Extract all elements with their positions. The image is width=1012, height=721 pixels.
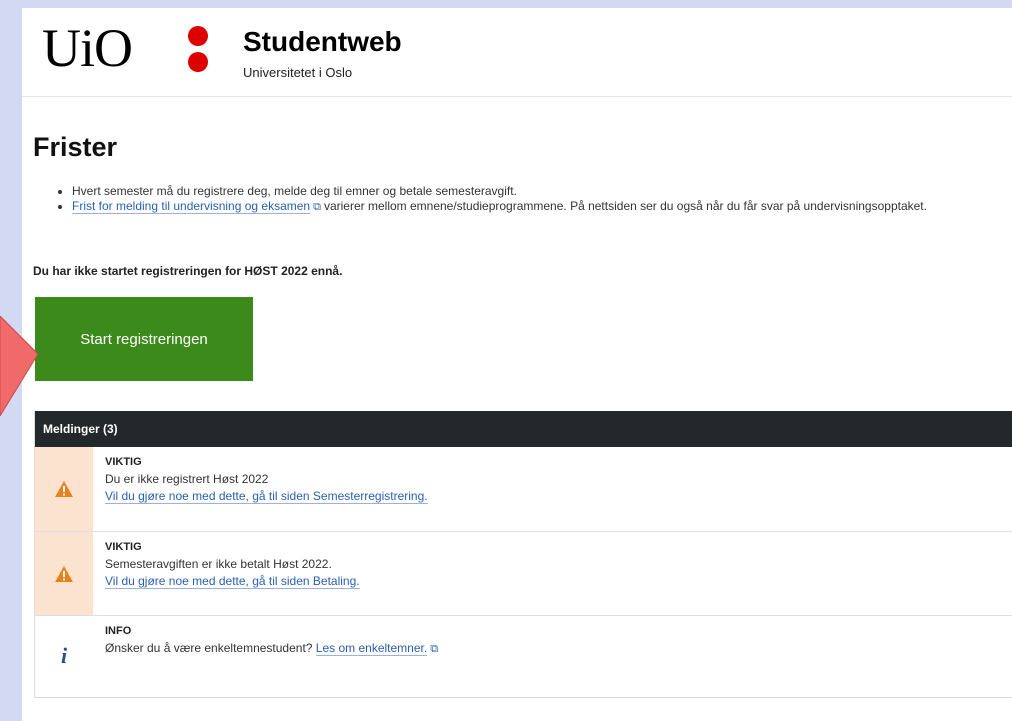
messages-panel: Meldinger (3) VIKTIG Du er ikke registre…: [34, 411, 1012, 698]
warning-icon: [35, 532, 93, 615]
app-subtitle: Universitetet i Oslo: [243, 65, 353, 80]
message-item: VIKTIG Semesteravgiften er ikke betalt H…: [35, 532, 1012, 616]
page-title: Frister: [33, 132, 118, 162]
registration-status: Du har ikke startet registreringen for H…: [33, 264, 343, 278]
uio-logo-dots-icon: [185, 26, 211, 74]
warning-icon: [35, 447, 93, 531]
payment-link[interactable]: Vil du gjøre noe med dette, gå til siden…: [105, 574, 360, 589]
deadline-link[interactable]: Frist for melding til undervisning og ek…: [72, 199, 311, 214]
list-item: Hvert semester må du registrere deg, mel…: [72, 184, 1012, 199]
message-kind: INFO: [105, 625, 132, 637]
start-registration-button[interactable]: Start registreringen: [35, 297, 253, 381]
external-link-icon: ⧉: [430, 643, 439, 655]
external-link-icon: ⧉: [313, 201, 321, 213]
message-text: Ønsker du å være enkeltemnestudent?: [105, 641, 313, 655]
site-header: UiO Studentweb Universitetet i Oslo: [22, 8, 1012, 97]
semester-registration-link[interactable]: Vil du gjøre noe med dette, gå til siden…: [105, 489, 428, 504]
message-text: Semesteravgiften er ikke betalt Høst 202…: [105, 557, 332, 571]
message-text: Du er ikke registrert Høst 2022: [105, 472, 269, 486]
list-item: Frist for melding til undervisning og ek…: [72, 199, 1012, 215]
message-kind: VIKTIG: [105, 541, 142, 553]
enkeltemner-link[interactable]: Les om enkeltemner.: [315, 641, 428, 656]
message-item: VIKTIG Du er ikke registrert Høst 2022 V…: [35, 447, 1012, 532]
messages-header: Meldinger (3): [35, 411, 1012, 447]
list-item-text: Hvert semester må du registrere deg, mel…: [72, 184, 517, 198]
message-kind: VIKTIG: [105, 456, 142, 468]
info-list: Hvert semester må du registrere deg, mel…: [58, 184, 1012, 215]
message-item: i INFO Ønsker du å være enkeltemnestuden…: [35, 616, 1012, 696]
app-title[interactable]: Studentweb: [243, 26, 402, 58]
uio-logo[interactable]: UiO: [42, 18, 133, 78]
list-item-text: varierer mellom emnene/studieprogrammene…: [323, 199, 927, 213]
pointer-arrow-icon: [0, 316, 39, 416]
info-icon: i: [60, 643, 68, 668]
page: UiO Studentweb Universitetet i Oslo Fris…: [22, 8, 1012, 721]
